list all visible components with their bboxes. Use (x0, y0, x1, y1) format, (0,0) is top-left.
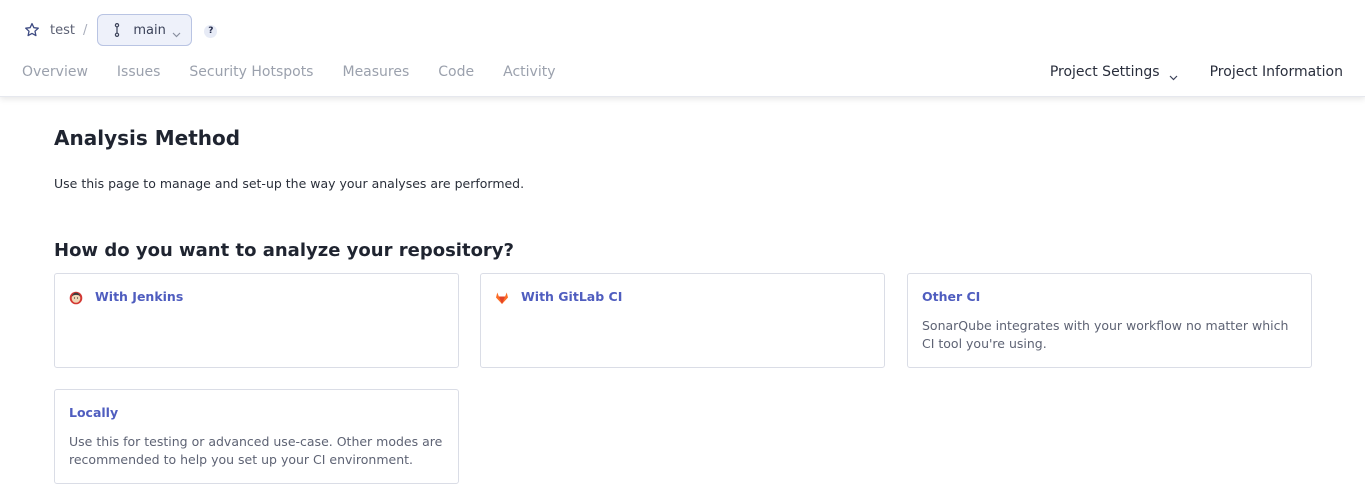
star-icon[interactable] (24, 22, 40, 38)
breadcrumb: test / main ? (24, 14, 218, 46)
section-title: How do you want to analyze your reposito… (54, 240, 514, 261)
tab-overview[interactable]: Overview (22, 64, 88, 80)
card-gitlab-ci[interactable]: With GitLab CI (480, 273, 885, 368)
tab-activity[interactable]: Activity (503, 64, 555, 80)
chevron-down-icon (1169, 69, 1178, 81)
tab-measures[interactable]: Measures (342, 64, 409, 80)
help-icon[interactable]: ? (204, 24, 218, 38)
page-description: Use this page to manage and set-up the w… (54, 176, 525, 191)
card-title: Locally (69, 405, 119, 420)
card-title: With Jenkins (95, 289, 184, 304)
project-header: test / main ? Overview Issues Security H… (0, 0, 1365, 97)
project-nav: Overview Issues Security Hotspots Measur… (22, 64, 584, 80)
card-description: SonarQube integrates with your workflow … (922, 318, 1289, 351)
gitlab-icon (495, 290, 509, 304)
tab-issues[interactable]: Issues (117, 64, 161, 80)
branch-name: main (133, 22, 166, 38)
branch-selector[interactable]: main (97, 14, 193, 46)
project-name[interactable]: test (50, 23, 75, 38)
jenkins-icon (69, 290, 83, 304)
project-settings-menu[interactable]: Project Settings (1049, 64, 1178, 81)
breadcrumb-separator: / (82, 22, 88, 38)
card-title: Other CI (922, 289, 981, 304)
chevron-down-icon (172, 27, 181, 38)
card-locally[interactable]: Locally Use this for testing or advanced… (54, 389, 459, 484)
branch-icon (112, 23, 122, 37)
tab-code[interactable]: Code (438, 64, 474, 80)
card-title: With GitLab CI (521, 289, 623, 304)
card-other-ci[interactable]: Other CI SonarQube integrates with your … (907, 273, 1312, 368)
analysis-method-page: Analysis Method Use this page to manage … (54, 126, 1312, 261)
project-settings-label: Project Settings (1049, 64, 1160, 80)
project-nav-right: Project Settings Project Information (1049, 64, 1343, 81)
card-jenkins[interactable]: With Jenkins (54, 273, 459, 368)
tab-security-hotspots[interactable]: Security Hotspots (189, 64, 313, 80)
card-description: Use this for testing or advanced use-cas… (69, 434, 443, 467)
page-title: Analysis Method (54, 126, 241, 150)
project-information-link[interactable]: Project Information (1210, 64, 1343, 80)
